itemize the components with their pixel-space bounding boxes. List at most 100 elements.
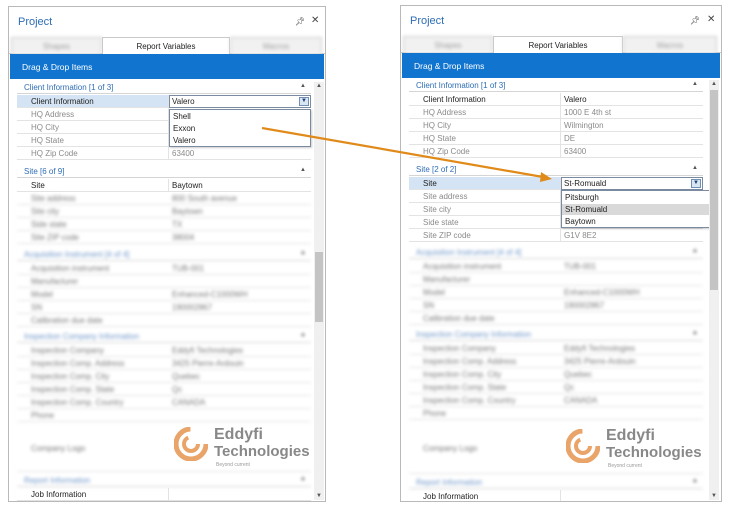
row-client-information[interactable]: Client Information Valero ▼	[17, 95, 311, 108]
collapse-icon[interactable]: ▲	[300, 167, 306, 173]
vertical-scrollbar[interactable]: ▲ ▼	[314, 82, 324, 500]
dropdown-option-pitsburgh[interactable]: Pitsburgh	[562, 192, 712, 203]
section-acquisition-instrument[interactable]: Acquisition Instrument [4 of 4] ▲	[17, 249, 311, 261]
collapse-icon[interactable]: ▲	[300, 332, 306, 338]
tab-macros[interactable]: Macros	[230, 37, 322, 54]
row-job-information[interactable]: Job Information	[17, 488, 311, 501]
close-icon[interactable]: ✕	[707, 14, 715, 25]
row-site[interactable]: Site Baytown	[17, 179, 311, 192]
row-calibration-due-date[interactable]: Calibration due date	[409, 312, 703, 325]
row-hq-state[interactable]: HQ State DE	[409, 132, 703, 145]
dropdown-option-shell[interactable]: Shell	[170, 111, 310, 122]
row-phone[interactable]: Phone	[409, 407, 703, 420]
row-site-zip-code[interactable]: Site ZIP code G1V 8E2	[409, 229, 703, 242]
row-inspection-comp-state[interactable]: Inspection Comp. State Qc	[17, 383, 311, 396]
row-inspection-comp-address[interactable]: Inspection Comp. Address 3425 Pierre-Ard…	[409, 355, 703, 368]
row-inspection-comp-city[interactable]: Inspection Comp. City Quebec	[409, 368, 703, 381]
collapse-icon[interactable]: ▲	[300, 83, 306, 89]
property-name: Acquisition instrument	[423, 262, 502, 271]
dropdown-option-st-romuald[interactable]: St-Romuald	[562, 204, 712, 215]
row-acquisition-instrument[interactable]: Acquisition instrument TUB-001	[409, 260, 703, 273]
dropdown-option-valero[interactable]: Valero	[170, 135, 310, 146]
section-client-information[interactable]: Client Information [1 of 3] ▲	[409, 80, 703, 92]
section-report-information[interactable]: Report Information ▲	[17, 475, 311, 487]
dropdown-option-baytown[interactable]: Baytown	[562, 216, 712, 227]
section-site[interactable]: Site [2 of 2] ▲	[409, 164, 703, 176]
section-label: Inspection Company Information	[416, 330, 532, 339]
scroll-thumb[interactable]	[315, 252, 323, 322]
scroll-up-icon[interactable]: ▲	[709, 81, 719, 87]
row-inspection-comp-state[interactable]: Inspection Comp. State Qc	[409, 381, 703, 394]
section-inspection-company[interactable]: Inspection Company Information ▲	[409, 329, 703, 341]
pin-icon[interactable]: 📌︎	[295, 17, 305, 26]
property-value: Wilmington	[564, 121, 604, 130]
vertical-scrollbar[interactable]: ▲ ▼	[709, 80, 719, 500]
scroll-thumb[interactable]	[710, 90, 718, 290]
row-inspection-comp-city[interactable]: Inspection Comp. City Quebec	[17, 370, 311, 383]
scroll-up-icon[interactable]: ▲	[314, 83, 324, 89]
row-hq-zip-code[interactable]: HQ Zip Code 63400	[409, 145, 703, 158]
tab-shapes[interactable]: Shapes	[11, 37, 102, 54]
dropdown-option-exxon[interactable]: Exxon	[170, 123, 310, 134]
panel-title: Project	[410, 15, 445, 27]
collapse-icon[interactable]: ▲	[692, 478, 698, 484]
property-name: Inspection Comp. Address	[423, 357, 517, 366]
row-sn[interactable]: SN 190002867	[409, 299, 703, 312]
site-combobox[interactable]: St-Romuald ▼	[561, 177, 703, 190]
site-dropdown-list[interactable]: Pitsburgh St-Romuald Baytown	[561, 190, 713, 228]
row-job-information[interactable]: Job Information	[409, 490, 703, 501]
row-site-address[interactable]: Site address 800 South avenue	[17, 192, 311, 205]
row-side-state[interactable]: Side state TX	[17, 218, 311, 231]
chevron-down-icon[interactable]: ▼	[299, 97, 309, 106]
row-hq-zip-code[interactable]: HQ Zip Code 63400	[17, 147, 311, 160]
collapse-icon[interactable]: ▲	[300, 476, 306, 482]
row-inspection-company[interactable]: Inspection Company Eddyfi Technologies	[17, 344, 311, 357]
row-inspection-company[interactable]: Inspection Company Eddyfi Technologies	[409, 342, 703, 355]
client-information-dropdown-list[interactable]: Shell Exxon Valero	[169, 109, 311, 147]
section-acquisition-instrument[interactable]: Acquisition Instrument [4 of 4] ▲	[409, 247, 703, 259]
property-value: G1V 8E2	[564, 231, 597, 240]
tab-report-variables[interactable]: Report Variables	[102, 37, 230, 55]
property-name: SN	[423, 301, 435, 310]
column-divider	[560, 229, 561, 241]
row-manufacturer[interactable]: Manufacturer	[17, 275, 311, 288]
property-name: HQ Zip Code	[31, 149, 78, 158]
row-site-zip-code[interactable]: Site ZIP code 38004	[17, 231, 311, 244]
client-information-combobox[interactable]: Valero ▼	[169, 95, 311, 108]
collapse-icon[interactable]: ▲	[300, 250, 306, 256]
row-sn[interactable]: SN 190002867	[17, 301, 311, 314]
section-inspection-company[interactable]: Inspection Company Information ▲	[17, 331, 311, 343]
collapse-icon[interactable]: ▲	[692, 81, 698, 87]
row-calibration-due-date[interactable]: Calibration due date	[17, 314, 311, 327]
chevron-down-icon[interactable]: ▼	[691, 179, 701, 188]
section-report-information[interactable]: Report Information ▲	[409, 477, 703, 489]
property-value: Baytown	[172, 207, 203, 216]
row-client-information[interactable]: Client Information Valero	[409, 93, 703, 106]
row-site[interactable]: Site St-Romuald ▼	[409, 177, 703, 190]
property-name: Manufacturer	[423, 275, 471, 284]
close-icon[interactable]: ✕	[311, 15, 319, 26]
scroll-down-icon[interactable]: ▼	[314, 493, 324, 499]
row-hq-address[interactable]: HQ Address 1000 E 4th st	[409, 106, 703, 119]
row-site-city[interactable]: Site city Baytown	[17, 205, 311, 218]
section-client-information[interactable]: Client Information [1 of 3] ▲	[17, 82, 311, 94]
pin-icon[interactable]: 📌︎	[690, 16, 700, 25]
row-inspection-comp-address[interactable]: Inspection Comp. Address 3425 Pierre-Ard…	[17, 357, 311, 370]
collapse-icon[interactable]: ▲	[692, 165, 698, 171]
scroll-down-icon[interactable]: ▼	[709, 493, 719, 499]
row-model[interactable]: Model Enhanced-C1000WH	[409, 286, 703, 299]
property-name: HQ City	[31, 123, 59, 132]
row-hq-city[interactable]: HQ City Wilmington	[409, 119, 703, 132]
section-site[interactable]: Site [6 of 9] ▲	[17, 166, 311, 178]
tab-shapes[interactable]: Shapes	[403, 36, 493, 53]
row-acquisition-instrument[interactable]: Acquisition instrument TUB-001	[17, 262, 311, 275]
row-inspection-comp-country[interactable]: Inspection Comp. Country CANADA	[17, 396, 311, 409]
row-manufacturer[interactable]: Manufacturer	[409, 273, 703, 286]
row-model[interactable]: Model Enhanced-C1000WH	[17, 288, 311, 301]
tab-macros[interactable]: Macros	[623, 36, 717, 53]
collapse-icon[interactable]: ▲	[692, 330, 698, 336]
row-inspection-comp-country[interactable]: Inspection Comp. Country CANADA	[409, 394, 703, 407]
property-value: Eddyfi Technologies	[564, 344, 636, 353]
tab-report-variables[interactable]: Report Variables	[493, 36, 623, 54]
collapse-icon[interactable]: ▲	[692, 248, 698, 254]
